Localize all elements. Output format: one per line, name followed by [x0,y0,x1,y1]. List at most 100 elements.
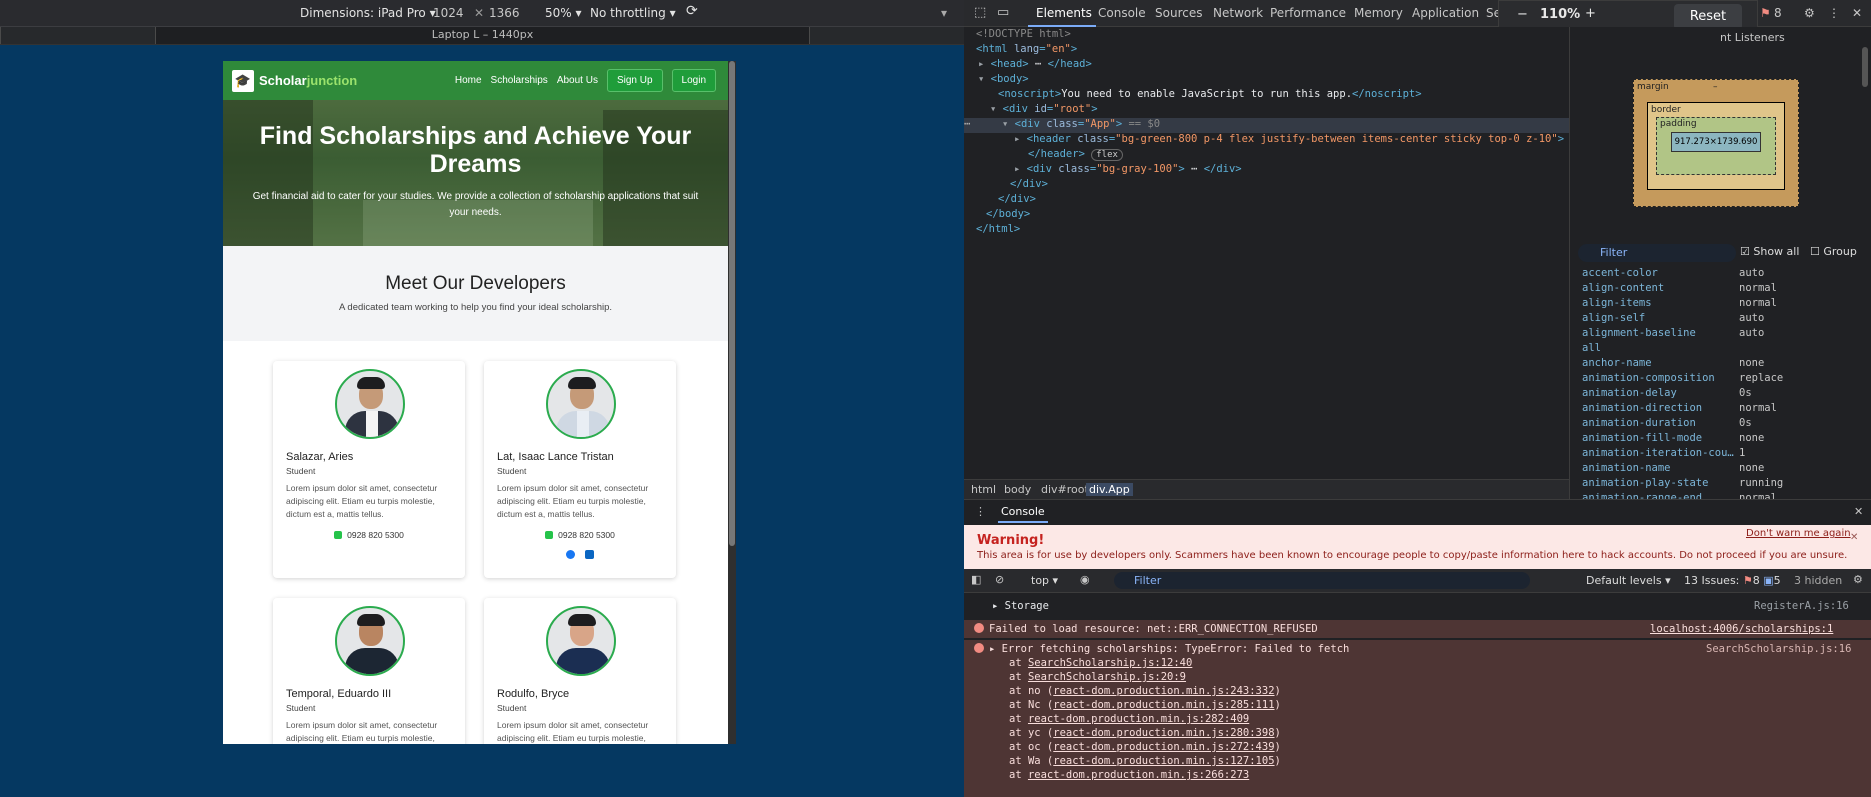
tab-sources[interactable]: Sources [1155,6,1202,20]
stack-frame-link[interactable]: react-dom.production.min.js:243:332 [1053,685,1274,697]
zoom-out-button[interactable]: − [1517,7,1528,22]
message-source[interactable]: RegisterA.js:16 [1754,600,1849,612]
signup-button[interactable]: Sign Up [606,69,663,92]
more-options-icon[interactable]: ▾ [941,6,947,20]
breadcrumb-root[interactable]: div#root [1041,483,1089,496]
live-expression-icon[interactable]: ◉ [1080,573,1090,586]
logo-icon[interactable]: 🎓 [232,69,254,92]
dom-body[interactable]: ▾ <body> [978,73,1029,85]
sidebar-toggle-icon[interactable]: ◧ [971,573,981,586]
computed-property-row[interactable]: animation-name none [1582,462,1764,474]
stack-frame-link[interactable]: react-dom.production.min.js:282:409 [1028,713,1249,725]
tab-console[interactable]: Console [1098,6,1146,20]
flex-badge[interactable]: flex [1091,149,1123,161]
dom-header[interactable]: ▸ <header class="bg-green-800 p-4 flex j… [1014,133,1577,145]
dont-warn-link[interactable]: Don't warn me again [1746,528,1851,539]
device-height-input[interactable]: 1366 [489,6,520,20]
computed-property-row[interactable]: align-items normal [1582,297,1777,309]
dom-content-div[interactable]: ▸ <div class="bg-gray-100"> ⋯ </div> [1014,163,1242,175]
error-source[interactable]: localhost:4006/scholarships:1 [1650,623,1833,635]
zoom-in-button[interactable]: + [1585,6,1596,21]
tab-event-listeners[interactable]: nt Listeners [1720,31,1785,44]
ruler-segment[interactable] [809,27,964,44]
computed-property-row[interactable]: anchor-name none [1582,357,1764,369]
tab-network[interactable]: Network [1213,6,1263,20]
stack-frame-link[interactable]: SearchScholarship.js:20:9 [1028,671,1186,683]
computed-property-row[interactable]: accent-color auto [1582,267,1764,279]
facebook-icon[interactable] [566,550,575,559]
close-drawer-icon[interactable]: ✕ [1854,505,1863,518]
console-error[interactable]: Failed to load resource: net::ERR_CONNEC… [964,620,1871,638]
dom-noscript[interactable]: <noscript>You need to enable JavaScript … [998,88,1422,100]
issues-icon[interactable]: ⚑ [1760,6,1771,20]
stack-frame-link[interactable]: react-dom.production.min.js:280:398 [1053,727,1274,739]
computed-property-row[interactable]: animation-fill-mode none [1582,432,1764,444]
tab-elements[interactable]: Elements [1036,6,1092,20]
clear-console-icon[interactable]: ⊘ [995,573,1004,586]
computed-property-row[interactable]: all [1582,342,1601,354]
group-checkbox[interactable]: ☐ Group [1810,245,1857,258]
show-all-checkbox[interactable]: ☑ Show all [1740,245,1799,258]
error-text[interactable]: ▸ Error fetching scholarships: TypeError… [989,643,1349,655]
issues-count[interactable]: 8 [1774,6,1782,20]
breadcrumb-app[interactable]: div.App [1086,483,1133,496]
device-dimensions-select[interactable]: Dimensions: iPad Pro ▾ [300,6,436,20]
tab-console-drawer[interactable]: Console [998,505,1048,523]
console-settings-icon[interactable]: ⚙ [1853,573,1863,586]
scrollbar-thumb[interactable] [729,61,735,546]
stack-frame-link[interactable]: react-dom.production.min.js:272:439 [1053,741,1274,753]
page-scrollbar[interactable] [728,61,736,744]
drawer-menu-icon[interactable]: ⋮ [975,505,986,518]
storage-entry[interactable]: ▸ Storage [992,600,1049,612]
tab-performance[interactable]: Performance [1270,6,1346,20]
linkedin-icon[interactable] [585,550,594,559]
console-error[interactable]: ▸ Error fetching scholarships: TypeError… [964,640,1871,797]
login-button[interactable]: Login [671,69,716,92]
device-toggle-icon[interactable]: ▭ [997,5,1009,20]
zoom-select[interactable]: 50% ▾ [545,6,582,20]
dom-html[interactable]: <html lang="en"> [976,43,1077,55]
kebab-menu-icon[interactable]: ⋮ [1828,6,1840,20]
ruler-segment[interactable] [0,27,155,44]
computed-property-row[interactable]: animation-duration 0s [1582,417,1752,429]
context-select[interactable]: top ▾ [1031,574,1058,587]
error-source[interactable]: SearchScholarship.js:16 [1706,643,1851,655]
dom-head[interactable]: ▸ <head> ⋯ </head> [978,58,1092,70]
log-levels-select[interactable]: Default levels ▾ [1586,574,1671,587]
settings-icon[interactable]: ⚙ [1804,6,1815,20]
close-devtools-icon[interactable]: ✕ [1852,6,1862,20]
inspect-icon[interactable]: ⬚ [974,5,986,20]
computed-property-row[interactable]: animation-composition replace [1582,372,1783,384]
issues-link[interactable]: 13 Issues: ⚑8 ▣5 [1684,574,1781,587]
stack-frame-link[interactable]: SearchScholarship.js:12:40 [1028,657,1192,669]
breadcrumb-html[interactable]: html [971,483,996,496]
console-message[interactable]: ▸ Storage RegisterA.js:16 [964,597,1871,615]
nav-home[interactable]: Home [455,75,482,86]
stack-frame-link[interactable]: react-dom.production.min.js:285:111 [1053,699,1274,711]
ruler-segment-laptop[interactable]: Laptop L – 1440px [155,27,809,44]
dom-header-close[interactable]: </header> flex [1028,148,1123,161]
console-filter-input[interactable]: Filter [1114,572,1530,589]
styles-scrollbar[interactable] [1862,47,1868,87]
computed-property-row[interactable]: align-content normal [1582,282,1777,294]
throttling-select[interactable]: No throttling ▾ [590,6,676,20]
stack-frame-link[interactable]: react-dom.production.min.js:127:105 [1053,755,1274,767]
device-width-input[interactable]: 1024 [433,6,464,20]
tab-memory[interactable]: Memory [1354,6,1403,20]
computed-property-row[interactable]: animation-play-state running [1582,477,1783,489]
close-warning-icon[interactable]: ✕ [1850,532,1858,543]
computed-property-row[interactable]: animation-iteration-cou… 1 [1582,447,1745,459]
dom-app[interactable]: ▾ <div class="App"> == $0 [1002,118,1160,130]
nav-scholarships[interactable]: Scholarships [491,75,548,86]
computed-property-row[interactable]: alignment-baseline auto [1582,327,1764,339]
brand-name[interactable]: Scholarjunction [259,73,357,88]
rotate-icon[interactable]: ⟳ [686,3,698,19]
tab-application[interactable]: Application [1412,6,1479,20]
breadcrumb-body[interactable]: body [1004,483,1031,496]
dom-root[interactable]: ▾ <div id="root"> [990,103,1098,115]
stack-frame-link[interactable]: react-dom.production.min.js:266:273 [1028,769,1249,781]
nav-about-us[interactable]: About Us [557,75,598,86]
computed-property-row[interactable]: align-self auto [1582,312,1764,324]
computed-property-row[interactable]: animation-direction normal [1582,402,1777,414]
computed-property-row[interactable]: animation-delay 0s [1582,387,1752,399]
